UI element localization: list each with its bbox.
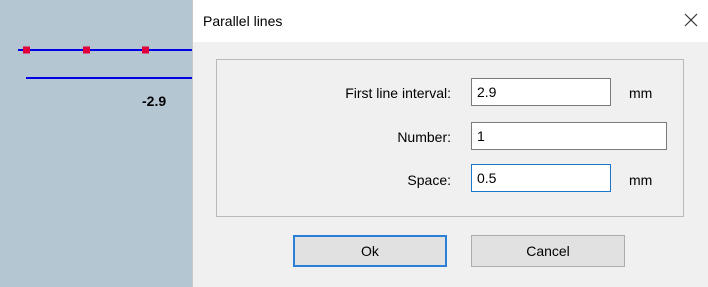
first-line-interval-input[interactable] [471, 78, 611, 106]
settings-group: First line interval: mm Number: Space: m… [216, 59, 684, 217]
close-icon [684, 13, 698, 27]
first-line-interval-label: First line interval: [345, 85, 451, 101]
dialog-titlebar: Parallel lines [193, 0, 708, 42]
cancel-button[interactable]: Cancel [471, 235, 625, 267]
line-handle [23, 46, 30, 54]
number-input[interactable] [471, 122, 667, 150]
line-handle [142, 46, 149, 54]
first-line-interval-unit: mm [629, 85, 653, 101]
drawing-canvas[interactable]: -2.9 [0, 0, 200, 287]
parallel-lines-dialog: Parallel lines First line interval: mm N… [192, 0, 708, 287]
space-label: Space: [407, 172, 451, 188]
canvas-value-label: -2.9 [142, 93, 167, 109]
space-unit: mm [629, 172, 653, 188]
close-button[interactable] [679, 8, 703, 32]
number-label: Number: [397, 129, 451, 145]
ok-button[interactable]: Ok [293, 235, 447, 267]
line-handle [83, 46, 90, 54]
space-input[interactable] [471, 164, 611, 192]
canvas-lines [18, 46, 200, 79]
dialog-title: Parallel lines [203, 13, 283, 29]
